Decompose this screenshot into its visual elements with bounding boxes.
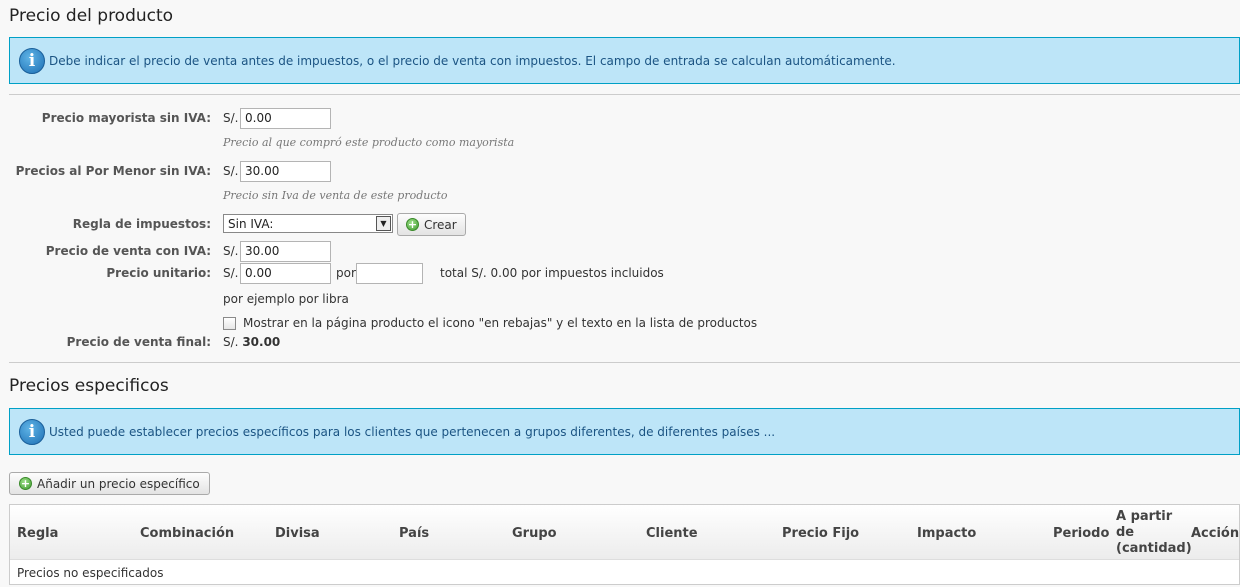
tax-rule-selected: Sin IVA: — [228, 217, 274, 231]
specific-prices-table: Regla Combinación Divisa País Grupo Clie… — [9, 504, 1240, 585]
column-header-line: A partir — [1116, 509, 1173, 524]
info-icon: i — [19, 418, 45, 445]
final-price-label: Precio de venta final: — [66, 335, 211, 349]
wholesale-price-label: Precio mayorista sin IVA: — [41, 111, 211, 125]
column-header-line: (cantidad) — [1116, 541, 1192, 556]
add-icon: + — [19, 477, 32, 490]
price-with-tax-label: Precio de venta con IVA: — [45, 244, 211, 258]
on-sale-label: Mostrar en la página producto el icono "… — [243, 316, 758, 330]
final-price-value: 30.00 — [242, 335, 281, 349]
unit-total-text: total S/. 0.00 por impuestos incluidos — [440, 266, 664, 280]
create-button-label: Crear — [424, 217, 457, 232]
unit-per-label: por — [336, 266, 356, 280]
currency-symbol: S/. — [223, 335, 239, 349]
unit-per-input[interactable] — [356, 263, 423, 284]
info-icon: i — [19, 47, 45, 74]
table-empty-message: Precios no especificados — [17, 566, 164, 580]
column-header: País — [399, 526, 430, 541]
column-header-from-qty: A partir de (cantidad) — [1116, 509, 1192, 557]
column-header: Precio Fijo — [782, 526, 860, 541]
chevron-down-icon[interactable]: ▼ — [376, 216, 391, 231]
specific-prices-title: Precios especificos — [9, 376, 169, 396]
table-header: Regla Combinación Divisa País Grupo Clie… — [10, 505, 1239, 560]
column-header-line: de — [1116, 525, 1135, 540]
add-specific-price-button[interactable]: + Añadir un precio específico — [9, 472, 210, 495]
retail-price-hint: Precio sin Iva de venta de este producto — [223, 189, 448, 202]
specific-prices-info-box: i Usted puede establecer precios específ… — [9, 408, 1240, 455]
currency-symbol: S/. — [223, 164, 239, 178]
unit-example-text: por ejemplo por libra — [223, 292, 349, 306]
price-section-title: Precio del producto — [9, 6, 174, 26]
final-price-display: S/. 30.00 — [223, 335, 280, 349]
currency-symbol: S/. — [223, 266, 239, 280]
currency-symbol: S/. — [223, 111, 239, 125]
specific-prices-info-text: Usted puede establecer precios específic… — [49, 424, 776, 439]
tax-rule-select[interactable]: Sin IVA: ▼ — [223, 214, 393, 233]
unit-price-input[interactable]: 0.00 — [240, 263, 331, 284]
on-sale-checkbox[interactable] — [223, 317, 236, 330]
unit-price-label: Precio unitario: — [106, 266, 211, 280]
wholesale-price-hint: Precio al que compró este producto como … — [223, 136, 515, 149]
currency-symbol: S/. — [223, 244, 239, 258]
retail-price-input[interactable]: 30.00 — [240, 161, 331, 182]
column-header: Grupo — [512, 526, 557, 541]
separator — [9, 362, 1240, 363]
separator — [9, 94, 1240, 95]
price-with-tax-input[interactable]: 30.00 — [240, 241, 331, 262]
column-header: Regla — [17, 526, 59, 541]
add-icon: + — [406, 218, 419, 231]
column-header: Combinación — [140, 526, 235, 541]
column-header: Impacto — [917, 526, 977, 541]
price-info-box: i Debe indicar el precio de venta antes … — [9, 37, 1240, 84]
tax-rule-label: Regla de impuestos: — [72, 217, 211, 231]
retail-price-label: Precios al Por Menor sin IVA: — [15, 164, 211, 178]
column-header: Divisa — [275, 526, 320, 541]
wholesale-price-input[interactable]: 0.00 — [240, 108, 331, 129]
column-header: Cliente — [646, 526, 698, 541]
column-header: Acción — [1191, 526, 1240, 541]
price-info-text: Debe indicar el precio de venta antes de… — [49, 53, 896, 68]
column-header: Periodo — [1053, 526, 1110, 541]
create-tax-rule-button[interactable]: + Crear — [397, 213, 466, 236]
add-specific-price-label: Añadir un precio específico — [37, 476, 200, 491]
